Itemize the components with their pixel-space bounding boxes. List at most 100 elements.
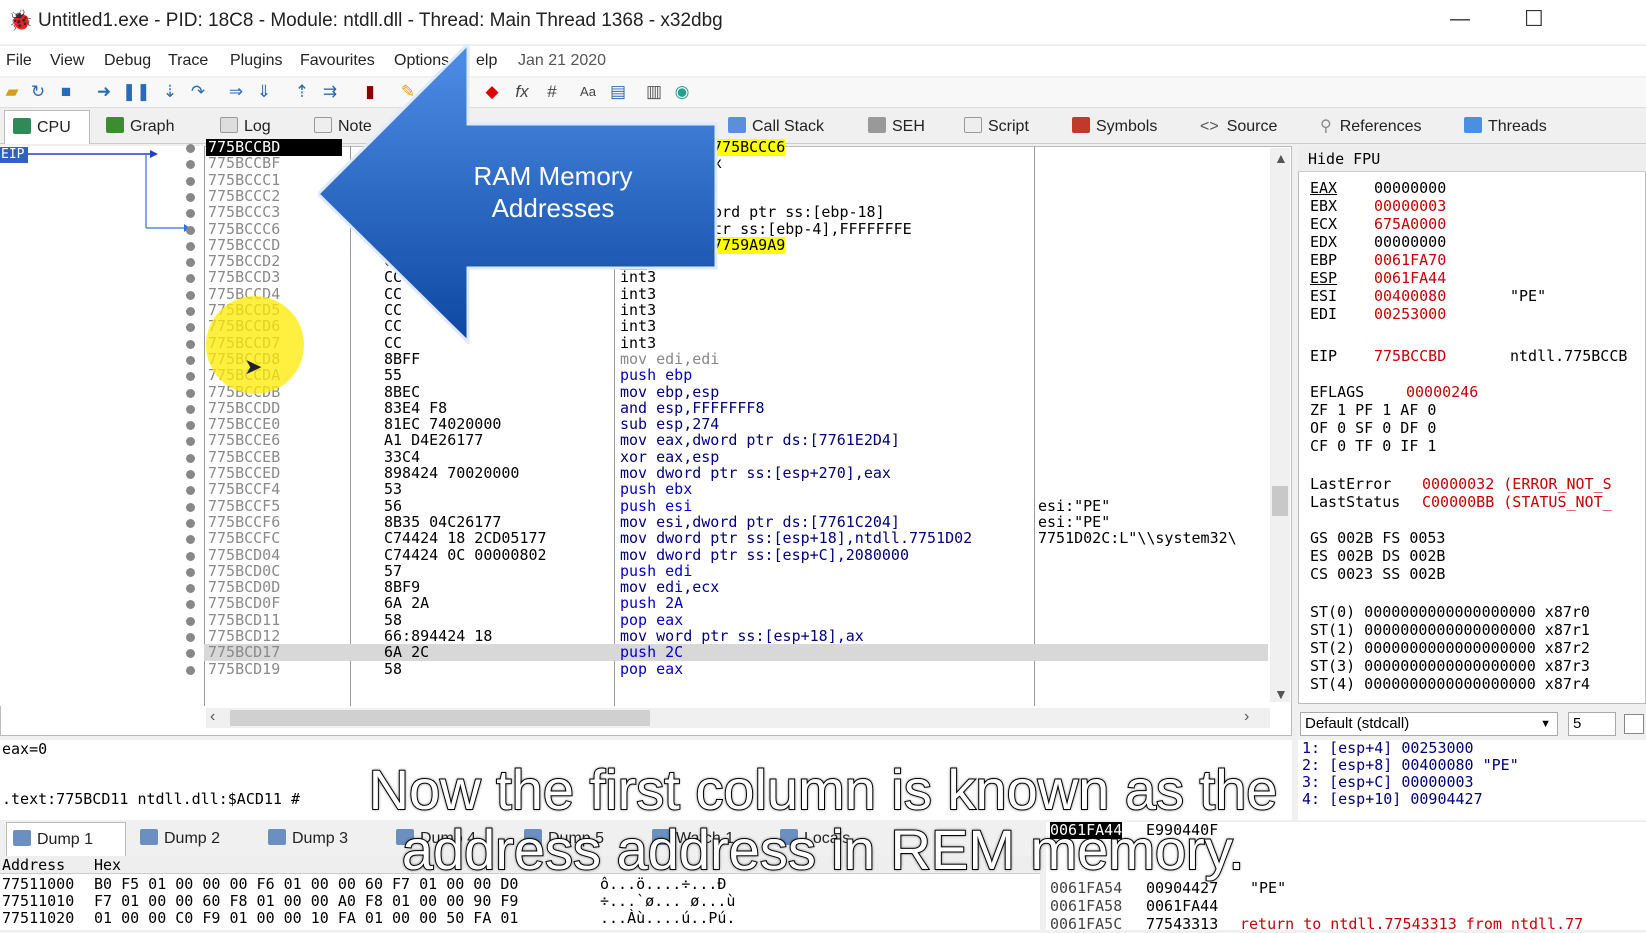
tab-source[interactable]: <> Source (1200, 110, 1300, 144)
scroll-down-icon[interactable]: ▼ (1274, 686, 1288, 702)
menu-debug[interactable]: Debug (104, 52, 151, 70)
breakpoint-bullet[interactable] (186, 241, 195, 251)
register-value[interactable]: 00000000 (1374, 234, 1446, 251)
disasm-address[interactable]: 775BCCF4 (206, 481, 280, 498)
disasm-address[interactable]: 775BCCFC (206, 530, 280, 547)
breakpoint-bullet[interactable] (186, 665, 195, 675)
breakpoint-bullet[interactable] (186, 633, 195, 642)
scroll-up-icon[interactable]: ▲ (1274, 150, 1288, 166)
trace-over-icon[interactable]: ⇓ (254, 82, 274, 102)
breakpoint-bullet[interactable] (186, 388, 195, 398)
arg-count-stepper[interactable]: 5 (1568, 712, 1616, 736)
stop-icon[interactable]: ■ (56, 82, 76, 102)
disasm-instruction[interactable]: word ptr ss:[ebp-18] (704, 204, 885, 221)
scroll-thumb[interactable] (1272, 486, 1288, 516)
trace-into-icon[interactable]: ⇒ (226, 82, 246, 102)
segment-row[interactable]: ES 002B DS 002B (1310, 548, 1445, 565)
tab-symbols[interactable]: Symbols (1072, 110, 1182, 144)
breakpoint-bullet[interactable] (186, 616, 195, 626)
stack-value[interactable]: 0061FA44 (1146, 898, 1218, 915)
register-value[interactable]: 00253000 (1374, 306, 1446, 323)
lock-checkbox[interactable] (1624, 714, 1644, 734)
breakpoint-bullet[interactable] (186, 355, 195, 365)
tab-graph[interactable]: Graph (106, 110, 202, 144)
step-over-icon[interactable]: ↷ (188, 82, 208, 102)
maximize-button[interactable]: ☐ (1524, 6, 1544, 32)
run-icon[interactable]: ➜ (94, 82, 114, 102)
stack-value[interactable]: 00904427 (1146, 880, 1218, 897)
breakpoint-bullet[interactable] (186, 144, 195, 153)
tab-seh[interactable]: SEH (868, 110, 948, 144)
breakpoint-bullet[interactable] (186, 551, 195, 561)
flag-row[interactable]: ZF 1 PF 1 AF 0 (1310, 402, 1436, 419)
disasm-instruction[interactable]: push ebp (620, 367, 692, 384)
dump-hex[interactable]: F7 01 00 00 60 F8 01 00 00 A0 F8 01 00 0… (94, 893, 518, 910)
register-value[interactable]: 0061FA70 (1374, 252, 1446, 269)
register-value[interactable]: C00000BB (STATUS_NOT_ (1422, 494, 1612, 511)
tab-script[interactable]: Script (964, 110, 1054, 144)
dump-ascii[interactable]: ÷...`ø... ø...ù (600, 893, 735, 910)
fpu-row[interactable]: ST(4) 0000000000000000000 x87r4 (1310, 676, 1590, 693)
disasm-instruction[interactable]: push 2C (620, 644, 683, 661)
tab-cpu[interactable]: CPU (4, 110, 90, 144)
step-into-icon[interactable]: ⇣ (160, 82, 180, 102)
disasm-address[interactable]: 775BCD04 (206, 546, 280, 564)
stack-address[interactable]: 0061FA5C (1050, 916, 1122, 933)
register-value[interactable]: 00000246 (1406, 384, 1478, 401)
breakpoint-bullet[interactable] (186, 290, 195, 300)
stack-address[interactable]: 0061FA58 (1050, 898, 1122, 915)
tab-references[interactable]: ⚲ References (1320, 110, 1450, 144)
dump-address[interactable]: 77511020 (2, 910, 74, 927)
menu-file[interactable]: File (6, 52, 32, 70)
disasm-instruction[interactable]: ptr ss:[ebp-4],FFFFFFFE (704, 220, 912, 238)
breakpoint-bullet[interactable] (186, 404, 195, 414)
pause-icon[interactable]: ❚❚ (122, 82, 151, 102)
register-value[interactable]: 00000003 (1374, 198, 1446, 215)
disasm-address[interactable]: 775BCD0F (206, 595, 280, 612)
scroll-right-icon[interactable]: › (1244, 708, 1249, 726)
disasm-address[interactable]: 775BCD19 (206, 660, 280, 678)
disasm-address[interactable]: 775BCCE6 (206, 432, 280, 449)
flag-row[interactable]: CF 0 TF 0 IF 1 (1310, 438, 1436, 455)
fpu-row[interactable]: ST(3) 0000000000000000000 x87r3 (1310, 658, 1590, 675)
flag-row[interactable]: OF 0 SF 0 DF 0 (1310, 420, 1436, 437)
breakpoint-bullet[interactable] (186, 567, 195, 577)
breakpoint-bullet[interactable] (186, 192, 195, 202)
disasm-address[interactable]: 775BCCBF (206, 155, 280, 172)
breakpoint-bullet[interactable] (186, 453, 195, 463)
disasm-instruction[interactable]: mov dword ptr ss:[esp+18],ntdll.7751D02 (620, 530, 972, 547)
breakpoint-bullet[interactable] (186, 176, 195, 186)
register-value[interactable]: 00000032 (ERROR_NOT_S (1422, 476, 1612, 493)
stack-address[interactable]: 0061FA54 (1050, 880, 1122, 897)
restart-icon[interactable]: ↻ (28, 82, 48, 102)
dump-address[interactable]: 77511010 (2, 893, 74, 910)
disasm-vertical-scrollbar[interactable] (1270, 148, 1290, 702)
calling-convention-select[interactable]: Default (stdcall) ▼ (1300, 712, 1558, 736)
disasm-address[interactable]: 775BCCD3 (206, 269, 280, 286)
fpu-row[interactable]: ST(2) 0000000000000000000 x87r2 (1310, 640, 1590, 657)
stack-argument[interactable]: 1: [esp+4] 00253000 (1302, 740, 1474, 757)
dump-ascii[interactable]: ...Àù....ú..Pú. (600, 910, 735, 927)
breakpoint-bullet[interactable] (186, 339, 195, 349)
register-value[interactable]: 00000000 (1374, 180, 1446, 197)
menu-view[interactable]: View (50, 52, 84, 70)
stack-value[interactable]: 77543313 (1146, 916, 1218, 933)
register-value[interactable]: 0061FA44 (1374, 270, 1446, 287)
fpu-row[interactable]: ST(0) 0000000000000000000 x87r0 (1310, 604, 1590, 621)
disasm-instruction[interactable]: mov ebp,esp (620, 383, 719, 401)
breakpoint-bullet[interactable] (186, 470, 195, 479)
fpu-row[interactable]: ST(1) 0000000000000000000 x87r1 (1310, 622, 1590, 639)
segment-row[interactable]: GS 002B FS 0053 (1310, 530, 1445, 547)
hide-fpu-button[interactable]: Hide FPU (1308, 150, 1380, 168)
breakpoint-bullet[interactable] (186, 518, 195, 528)
disasm-instruction[interactable]: mov eax,dword ptr ds:[7761E2D4] (620, 432, 900, 449)
breakpoint-bullet[interactable] (186, 307, 195, 316)
disasm-instruction[interactable]: mov dword ptr ss:[esp+C],2080000 (620, 546, 909, 564)
disasm-instruction[interactable]: pop eax (620, 660, 683, 678)
hscroll-thumb[interactable] (230, 710, 650, 726)
register-value[interactable]: 00400080 (1374, 288, 1446, 305)
register-value[interactable]: 675A0000 (1374, 216, 1446, 233)
minimize-button[interactable]: — (1450, 8, 1470, 31)
disasm-address[interactable]: 775BCCC3 (206, 204, 280, 221)
breakpoint-bullet[interactable] (186, 225, 195, 235)
